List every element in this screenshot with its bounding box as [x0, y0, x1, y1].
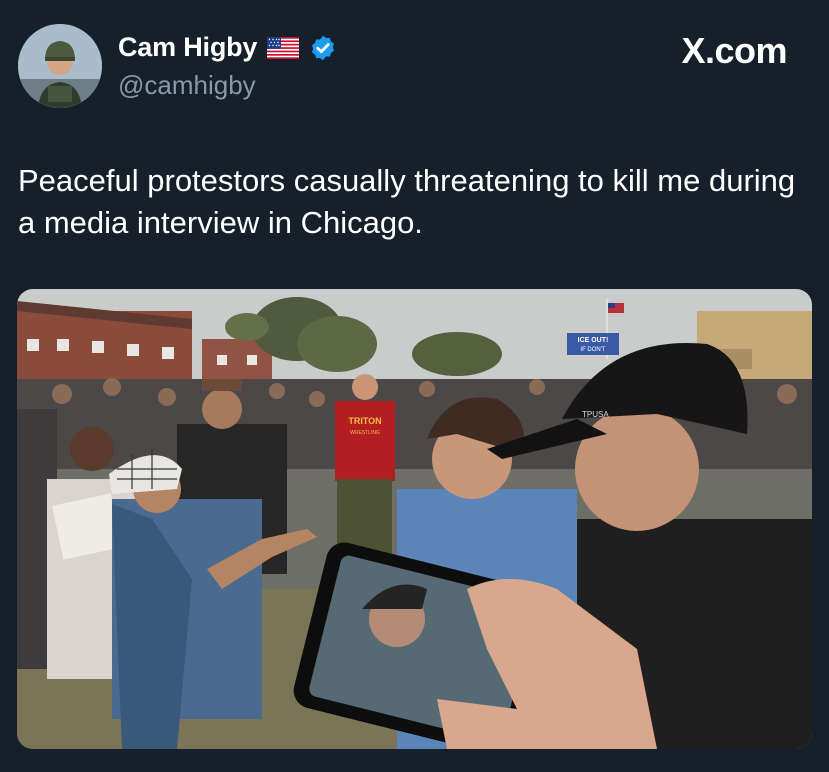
svg-text:ICE OUT!: ICE OUT!: [578, 337, 609, 344]
author-avatar[interactable]: [18, 24, 102, 108]
us-flag-icon: [267, 36, 300, 59]
verified-icon[interactable]: [309, 34, 337, 62]
tweet-media-photo[interactable]: ICE OUT! IF DON'T TRITON WRESTLING TPUSA: [17, 289, 812, 749]
protest-photo: ICE OUT! IF DON'T TRITON WRESTLING TPUSA: [17, 289, 812, 749]
author-name-row: Cam Higby: [118, 32, 337, 63]
svg-text:TRITON: TRITON: [348, 416, 381, 426]
brand-logo[interactable]: X.com: [681, 30, 787, 72]
tweet-text: Peaceful protestors casually threatening…: [18, 163, 796, 240]
avatar-image: [18, 24, 102, 108]
svg-text:TPUSA: TPUSA: [582, 410, 609, 419]
svg-text:IF DON'T: IF DON'T: [580, 347, 605, 353]
author-handle[interactable]: @camhigby: [118, 70, 256, 101]
svg-text:WRESTLING: WRESTLING: [350, 430, 380, 436]
author-display-name[interactable]: Cam Higby: [118, 32, 257, 63]
